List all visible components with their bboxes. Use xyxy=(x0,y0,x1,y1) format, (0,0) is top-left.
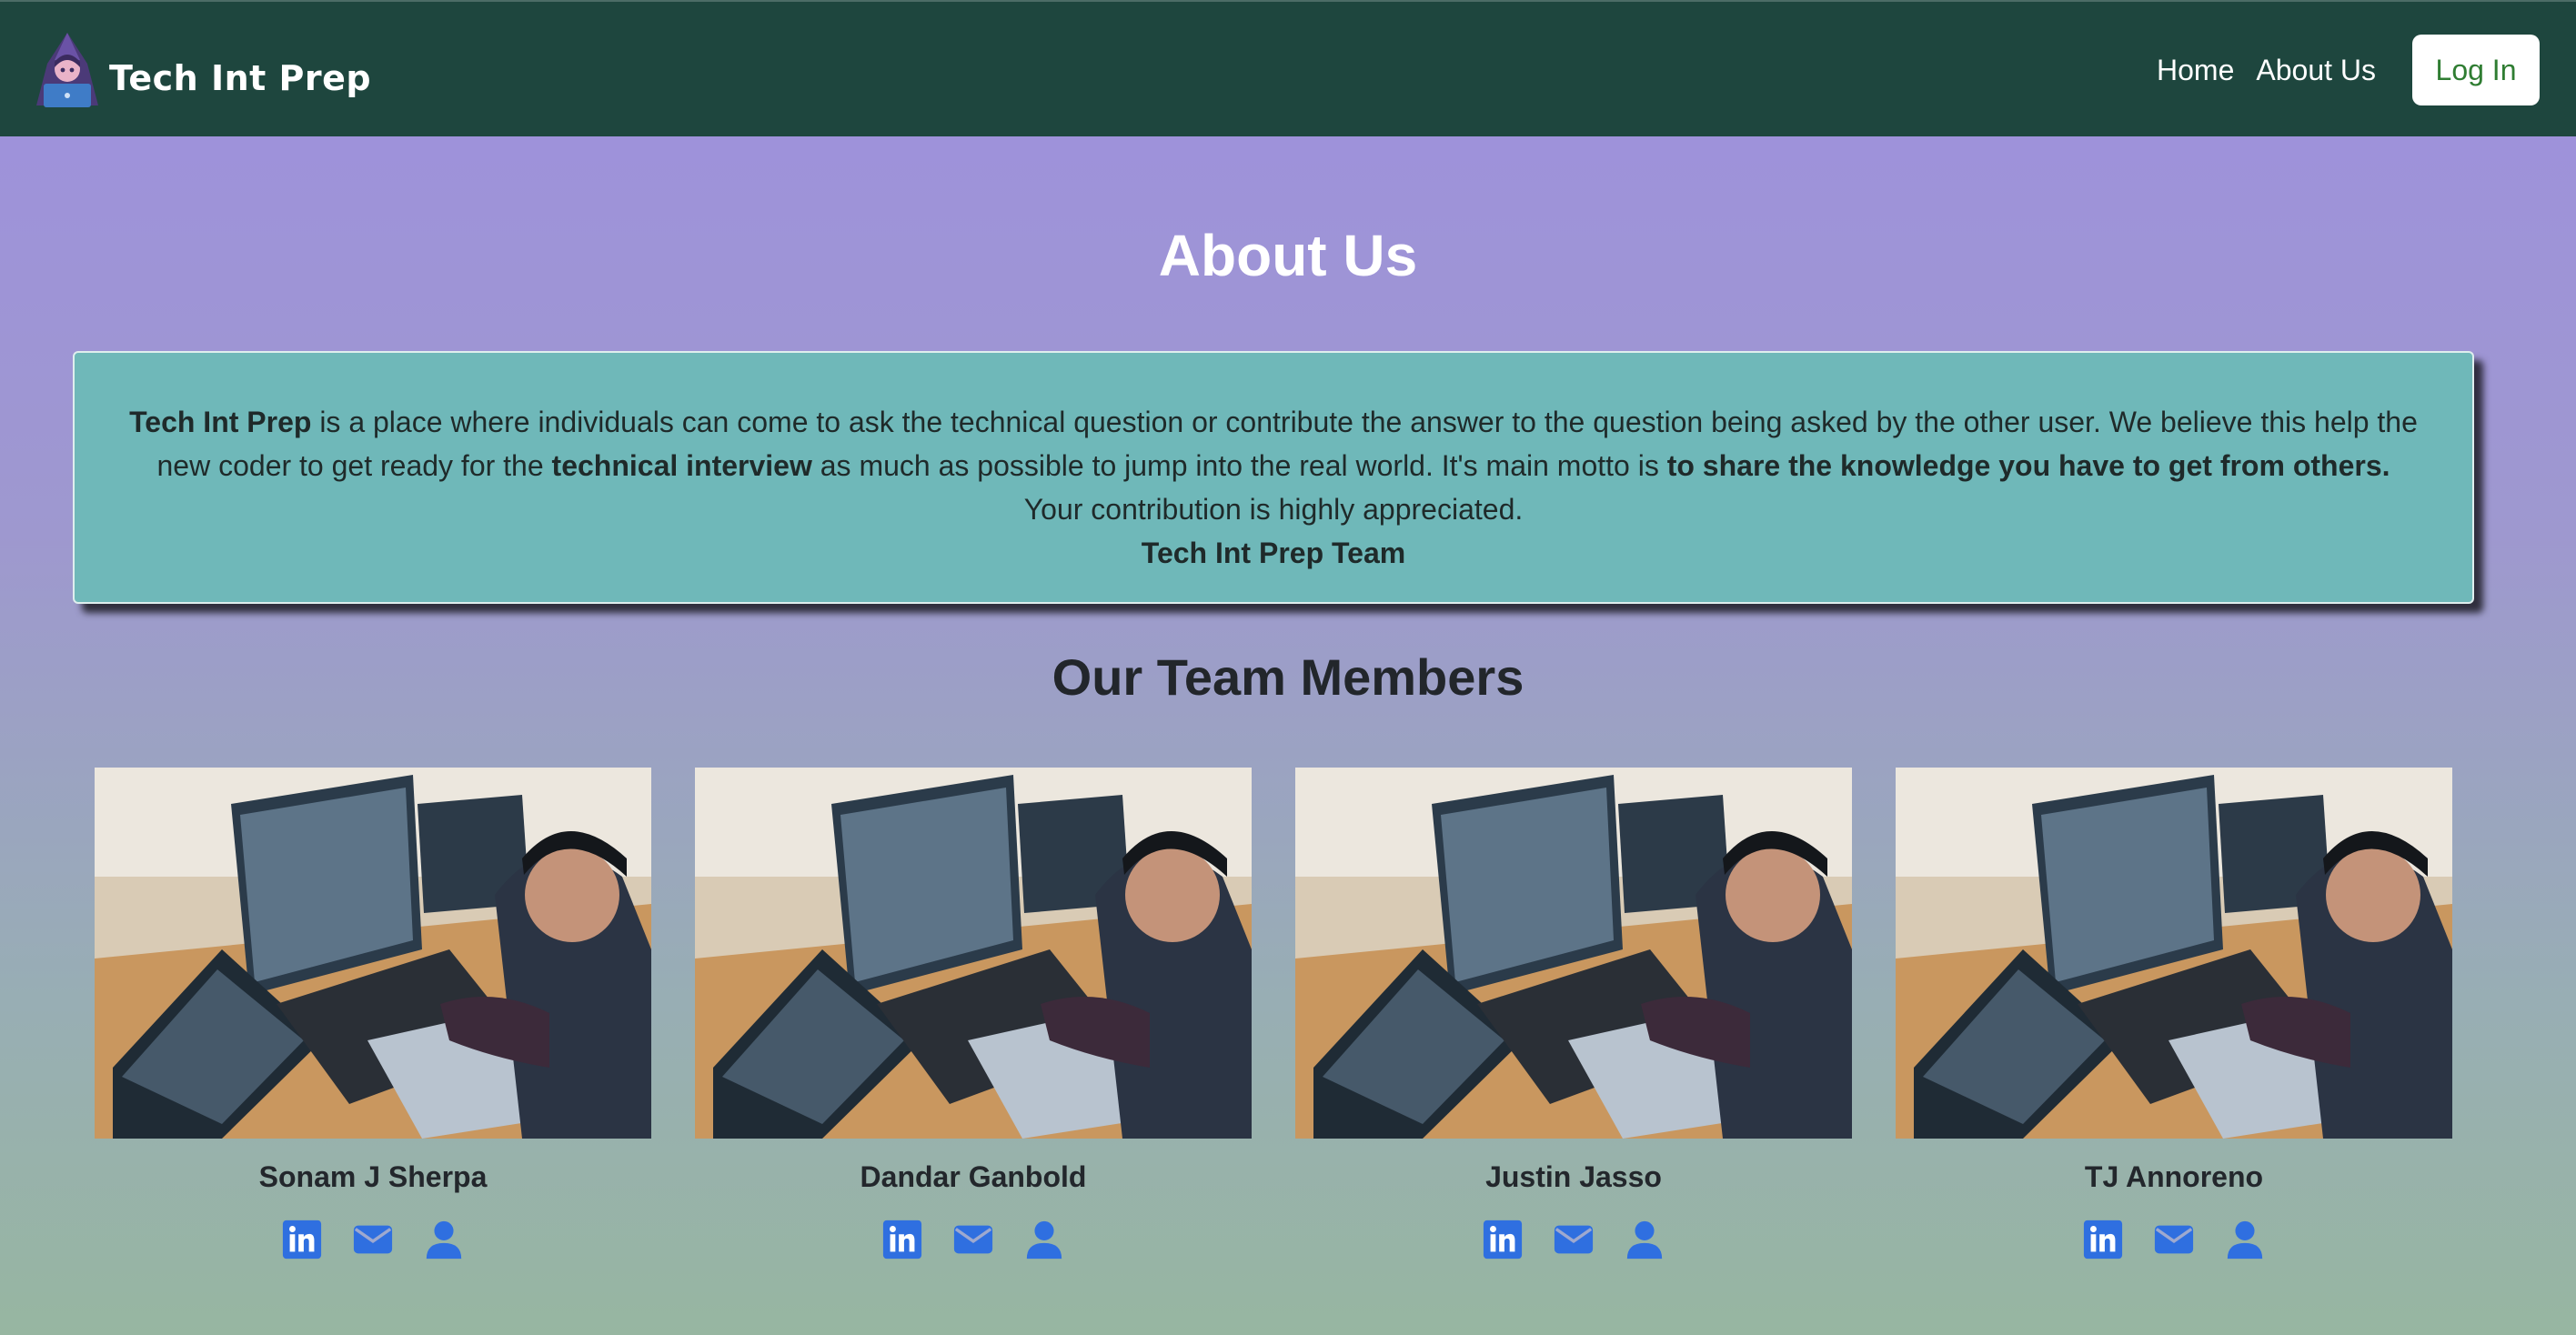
envelope-icon[interactable] xyxy=(352,1219,394,1260)
member-socials xyxy=(695,1219,1252,1260)
member-photo xyxy=(1295,768,1852,1139)
team-member-card: Sonam J Sherpa xyxy=(95,768,651,1260)
about-motto: to share the knowledge you have to get f… xyxy=(1666,449,2390,482)
about-paragraph: Tech Int Prep is a place where individua… xyxy=(111,400,2436,487)
about-bold-technical-interview: technical interview xyxy=(551,449,812,482)
about-brand-bold: Tech Int Prep xyxy=(129,406,312,438)
member-name: Justin Jasso xyxy=(1485,1160,1662,1193)
brand-name: Tech Int Prep xyxy=(109,58,372,98)
linkedin-icon[interactable] xyxy=(1482,1219,1524,1260)
team-member-card: TJ Annoreno xyxy=(1896,768,2452,1260)
about-text-b: as much as possible to jump into the rea… xyxy=(811,449,1667,482)
nav-links: Home About Us Log In xyxy=(2157,35,2540,105)
brand[interactable]: Tech Int Prep xyxy=(24,18,371,118)
team-member-card: Dandar Ganbold xyxy=(695,768,1252,1260)
login-button[interactable]: Log In xyxy=(2412,35,2540,105)
team-member-card: Justin Jasso xyxy=(1295,768,1852,1260)
member-name: Dandar Ganbold xyxy=(860,1160,1087,1193)
member-photo xyxy=(695,768,1252,1139)
nav-home-link[interactable]: Home xyxy=(2157,54,2234,87)
user-icon[interactable] xyxy=(1023,1219,1065,1260)
user-icon[interactable] xyxy=(423,1219,465,1260)
linkedin-icon[interactable] xyxy=(881,1219,923,1260)
envelope-icon[interactable] xyxy=(1553,1219,1595,1260)
member-name: Sonam J Sherpa xyxy=(258,1160,488,1193)
member-name: TJ Annoreno xyxy=(2084,1160,2264,1193)
member-socials xyxy=(95,1219,651,1260)
about-description-box: Tech Int Prep is a place where individua… xyxy=(73,351,2474,604)
team-title: Our Team Members xyxy=(1052,648,1524,706)
nav-about-link[interactable]: About Us xyxy=(2256,54,2376,87)
about-signature: Tech Int Prep Team xyxy=(1141,537,1406,569)
navbar: Tech Int Prep Home About Us Log In xyxy=(0,0,2576,136)
linkedin-icon[interactable] xyxy=(281,1219,323,1260)
user-icon[interactable] xyxy=(1624,1219,1665,1260)
envelope-icon[interactable] xyxy=(952,1219,994,1260)
about-appreciation: Your contribution is highly appreciated. xyxy=(1023,493,1524,526)
page-title: About Us xyxy=(1158,223,1418,288)
member-socials xyxy=(1295,1219,1852,1260)
envelope-icon[interactable] xyxy=(2153,1219,2195,1260)
user-icon[interactable] xyxy=(2224,1219,2266,1260)
member-photo xyxy=(1896,768,2452,1139)
hacker-logo-icon xyxy=(24,27,111,109)
member-socials xyxy=(1896,1219,2452,1260)
member-photo xyxy=(95,768,651,1139)
linkedin-icon[interactable] xyxy=(2082,1219,2124,1260)
